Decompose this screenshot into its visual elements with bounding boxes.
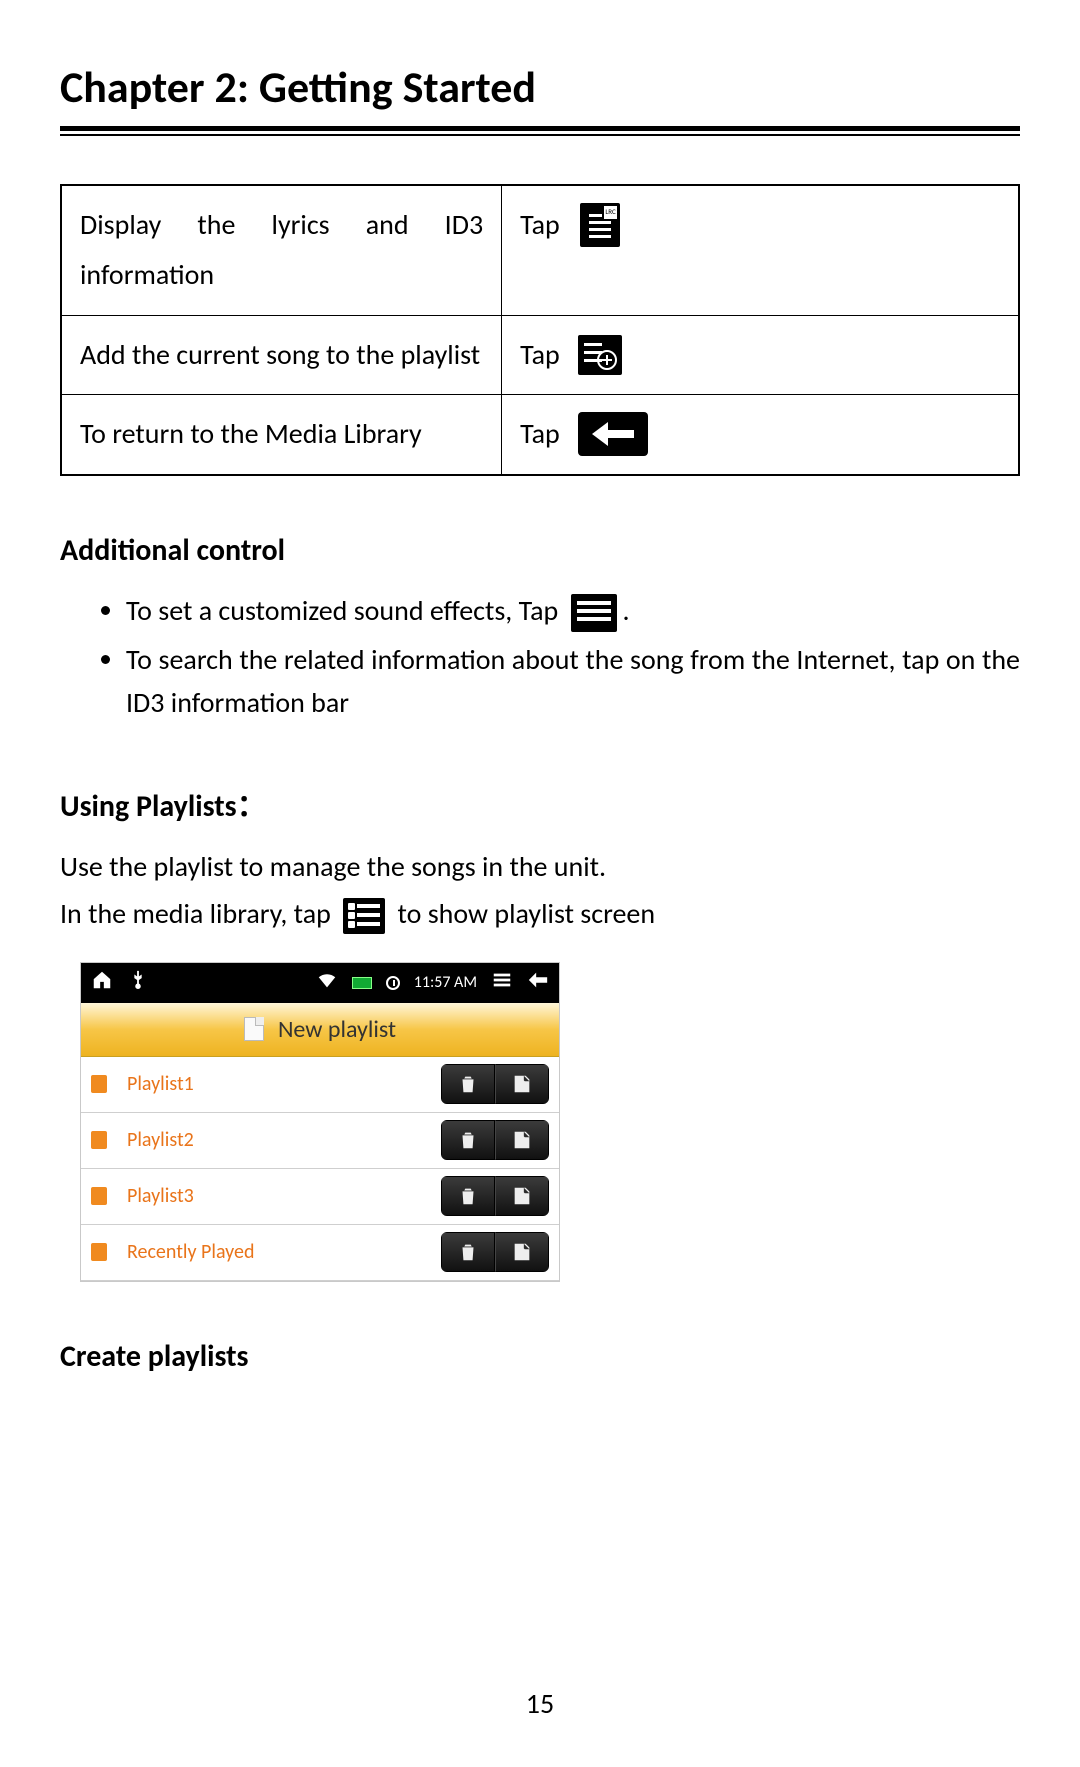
controls-table: Display the lyrics and ID3 information T… bbox=[60, 184, 1020, 476]
bullet-item: To set a customized sound effects, Tap . bbox=[126, 589, 1020, 632]
back-arrow-icon[interactable] bbox=[527, 969, 549, 996]
back-icon bbox=[578, 412, 648, 456]
menu-icon[interactable] bbox=[491, 969, 513, 996]
playlist-icon bbox=[343, 898, 385, 934]
page-number: 15 bbox=[0, 1686, 1080, 1721]
edit-playlist-button[interactable] bbox=[495, 1120, 549, 1160]
control-desc: Display the lyrics and ID3 information bbox=[61, 185, 502, 315]
new-playlist-button[interactable]: New playlist bbox=[81, 1003, 559, 1057]
title-divider bbox=[60, 126, 1020, 136]
line2-suffix: to show playlist screen bbox=[398, 896, 656, 931]
playlist-badge-icon bbox=[91, 1131, 107, 1149]
edit-playlist-button[interactable] bbox=[495, 1176, 549, 1216]
wifi-icon bbox=[316, 969, 338, 996]
bullet-item: To search the related information about … bbox=[126, 638, 1020, 725]
tap-label: Tap bbox=[520, 330, 560, 380]
usb-icon bbox=[127, 969, 149, 996]
playlist-badge-icon bbox=[91, 1075, 107, 1093]
playlist-name: Recently Played bbox=[119, 1240, 429, 1264]
playlist-row[interactable]: Playlist1 bbox=[81, 1057, 559, 1113]
bullet-text: To set a customized sound effects, Tap bbox=[126, 593, 558, 628]
tap-label: Tap bbox=[520, 200, 560, 250]
playlist-badge-icon bbox=[91, 1243, 107, 1261]
status-time: 11:57 AM bbox=[414, 973, 477, 992]
new-playlist-label: New playlist bbox=[278, 1015, 396, 1044]
control-action-cell: Tap bbox=[502, 185, 1019, 315]
additional-control-heading: Additional control bbox=[60, 532, 1020, 569]
delete-playlist-button[interactable] bbox=[441, 1064, 495, 1104]
control-action-cell: Tap bbox=[502, 315, 1019, 394]
playlist-row[interactable]: Recently Played bbox=[81, 1225, 559, 1281]
playlist-badge-icon bbox=[91, 1187, 107, 1205]
home-icon[interactable] bbox=[91, 969, 113, 996]
delete-playlist-button[interactable] bbox=[441, 1176, 495, 1216]
delete-playlist-button[interactable] bbox=[441, 1120, 495, 1160]
playlist-row[interactable]: Playlist2 bbox=[81, 1113, 559, 1169]
tap-label: Tap bbox=[520, 409, 560, 459]
playlist-name: Playlist1 bbox=[119, 1072, 429, 1096]
edit-playlist-button[interactable] bbox=[495, 1232, 549, 1272]
status-bar: 11:57 AM bbox=[81, 963, 559, 1003]
playlist-row[interactable]: Playlist3 bbox=[81, 1169, 559, 1225]
battery-icon bbox=[352, 977, 372, 989]
using-playlists-line2: In the media library, tap to show playli… bbox=[60, 892, 1020, 935]
equalizer-icon bbox=[571, 594, 617, 632]
chapter-title: Chapter 2: Getting Started bbox=[60, 60, 1020, 114]
playlist-name: Playlist2 bbox=[119, 1128, 429, 1152]
control-desc: Add the current song to the playlist bbox=[61, 315, 502, 394]
line2-prefix: In the media library, tap bbox=[60, 896, 331, 931]
additional-control-list: To set a customized sound effects, Tap .… bbox=[60, 589, 1020, 725]
edit-playlist-button[interactable] bbox=[495, 1064, 549, 1104]
bullet-suffix: . bbox=[623, 593, 630, 628]
delete-playlist-button[interactable] bbox=[441, 1232, 495, 1272]
lyrics-icon bbox=[578, 203, 622, 247]
clock-icon bbox=[386, 976, 400, 990]
playlist-name: Playlist3 bbox=[119, 1184, 429, 1208]
using-playlists-heading: Using Playlists： bbox=[60, 781, 1020, 825]
create-playlists-heading: Create playlists bbox=[60, 1338, 1020, 1375]
playlist-screenshot: 11:57 AM New playlist Playlist1 Playlist… bbox=[80, 962, 560, 1282]
using-playlists-intro: Use the playlist to manage the songs in … bbox=[60, 845, 1020, 888]
control-desc: To return to the Media Library bbox=[61, 395, 502, 475]
control-action-cell: Tap bbox=[502, 395, 1019, 475]
add-to-playlist-icon bbox=[578, 333, 622, 377]
bullet-text: To search the related information about … bbox=[126, 642, 1020, 720]
new-playlist-icon bbox=[244, 1017, 264, 1041]
